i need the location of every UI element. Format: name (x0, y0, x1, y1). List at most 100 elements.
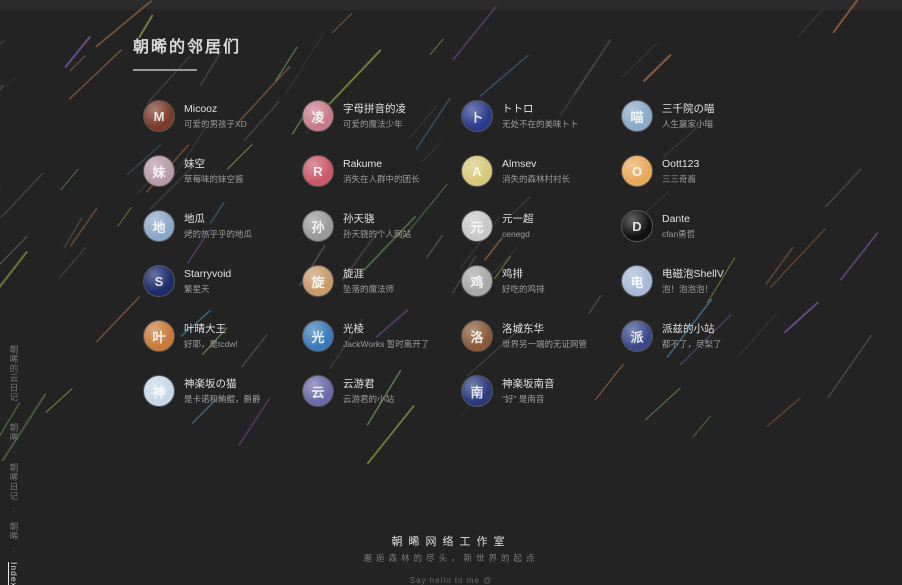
friend-name: 字母拼音的凌 (343, 103, 406, 115)
friend-avatar: 妹 (143, 155, 175, 187)
friend-name: 光棱 (343, 323, 364, 335)
friend-description: cenegd (502, 228, 530, 239)
star-trail (58, 246, 87, 279)
star-trail (284, 31, 325, 95)
star-trail (331, 12, 353, 34)
friend-description: 好吃的鸡排 (502, 283, 545, 294)
footer-subtitle: 邂逅森林的尽头，新世界的起点 (363, 553, 539, 563)
star-trail (366, 405, 415, 465)
friend-name: 叶晴大王 (184, 323, 226, 335)
star-trail (588, 295, 602, 315)
friend-link[interactable]: 电电磁泡ShellV 泡！泡泡泡！ (621, 264, 771, 298)
friend-name: 地瓜 (184, 213, 205, 225)
friend-link[interactable]: 喵三千院の喵 人生赢家小喵 (621, 99, 771, 133)
friend-description: cfan勇哲 (662, 228, 696, 239)
friend-link[interactable]: 神神楽坂の猫 是卡诺和鲔鲲，爵爵 (143, 374, 293, 408)
star-trail (60, 168, 79, 191)
footer-hello-link[interactable]: Say hello to me @ (0, 576, 902, 585)
friend-link[interactable]: トトトロ 无处不在的美味トト (461, 99, 611, 133)
friend-link[interactable]: 鸡鸡排 好吃的鸡排 (461, 264, 611, 298)
friend-info: 云游君 云游君的小站 (343, 379, 394, 403)
side-nav-item-diary[interactable]: 朝晞的云日记 (8, 345, 20, 402)
friend-link[interactable]: O Oott123 三三奇酱 (621, 154, 771, 188)
friend-avatar: 云 (302, 375, 334, 407)
friend-avatar: D (621, 210, 653, 242)
star-trail (0, 172, 44, 219)
friend-info: 字母拼音的凌 可爱的魔法少年 (343, 104, 406, 128)
page-title: 朝晞的邻居们 (133, 39, 242, 56)
friend-info: 地瓜 烤的热乎乎的地瓜 (184, 214, 252, 238)
friend-name: 电磁泡ShellV (662, 268, 724, 280)
friend-info: 神楽坂南音 "好" 是南音 (502, 379, 555, 403)
friend-info: 鸡排 好吃的鸡排 (502, 269, 545, 293)
friend-info: 电磁泡ShellV 泡！泡泡泡！ (662, 269, 724, 293)
friend-link[interactable]: S Starryvoid 繁星天 (143, 264, 293, 298)
friend-info: 妹空 草莓味的妹空酱 (184, 159, 244, 183)
friend-description: 都不了，尽梨了 (662, 338, 722, 349)
friend-name: Micooz (184, 103, 218, 115)
friend-link[interactable]: 孙孙天骁 孙天骁的个人网站 (302, 209, 452, 243)
friend-link[interactable]: 洛洛城东华 世界另一端的无证网管 (461, 319, 611, 353)
friend-info: 洛城东华 世界另一端的无证网管 (502, 324, 587, 348)
friend-link[interactable]: 元元一超 cenegd (461, 209, 611, 243)
friend-name: Starryvoid (184, 268, 232, 280)
friend-link[interactable]: 妹妹空 草莓味的妹空酱 (143, 154, 293, 188)
friend-info: 旋涯 坠落的魔法师 (343, 269, 394, 293)
friend-link[interactable]: 云云游君云游君的小站 (302, 374, 452, 408)
friend-link[interactable]: 旋旋涯 坠落的魔法师 (302, 264, 452, 298)
star-trail (784, 301, 819, 334)
star-trail (644, 387, 681, 421)
friend-link[interactable]: 地地瓜 烤的热乎乎的地瓜 (143, 209, 293, 243)
friend-description: 坠落的魔法师 (343, 283, 395, 294)
friend-name: 神楽坂の猫 (184, 378, 237, 390)
star-trail (622, 42, 658, 78)
friend-avatar: R (302, 155, 334, 187)
side-nav-item-zhaoxi[interactable]: 朝晞 (8, 423, 20, 442)
star-trail (274, 46, 298, 82)
friend-avatar: 电 (621, 265, 653, 297)
friend-avatar: O (621, 155, 653, 187)
star-trail (797, 7, 825, 38)
star-trail (328, 49, 382, 106)
side-nav-separator: · (12, 408, 16, 417)
side-nav-item-zhaoxi-diary[interactable]: 朝晞日记 (8, 463, 20, 501)
friend-link[interactable]: M Micooz 可爱的男孩子XD (143, 99, 293, 133)
friend-info: 光棱 JackWorks 暂时离开了 (343, 324, 429, 348)
friend-name: Almsev (502, 158, 537, 170)
side-nav-separator: · (12, 448, 16, 457)
friend-link[interactable]: D Dante cfan勇哲 (621, 209, 771, 243)
friend-name: 鸡排 (502, 268, 523, 280)
star-trail (770, 228, 826, 288)
friend-link[interactable]: 光光棱 JackWorks 暂时离开了 (302, 319, 452, 353)
friend-link[interactable]: 叶叶晴大王 好耶，是tcdw! (143, 319, 293, 353)
friend-avatar: 元 (461, 210, 493, 242)
friend-info: 三千院の喵 人生赢家小喵 (662, 104, 715, 128)
friend-name: 云游君 (343, 378, 375, 390)
side-nav-separator: · (12, 507, 16, 516)
friend-name: トトロ (502, 103, 534, 115)
star-trail (574, 39, 612, 95)
friend-link[interactable]: 凌字母拼音的凌 可爱的魔法少年 (302, 99, 452, 133)
friend-info: Rakume 消失在人群中的团长 (343, 159, 420, 183)
side-nav: 朝晞的云日记 · 朝晞 · 朝晞日记 · 朝晞 · Index (6, 345, 22, 585)
friend-avatar: 洛 (461, 320, 493, 352)
star-trail (0, 84, 4, 92)
friend-link[interactable]: R Rakume 消失在人群中的团长 (302, 154, 452, 188)
star-trail (452, 6, 497, 61)
friend-avatar: 南 (461, 375, 493, 407)
friend-info: Dante cfan勇哲 (662, 214, 695, 238)
friend-description: 云游君的小站 (343, 393, 395, 404)
friend-name: Oott123 (662, 158, 700, 170)
friend-name: 元一超 (502, 213, 534, 225)
star-trail (429, 38, 444, 55)
friend-description: 好耶，是tcdw! (184, 338, 238, 349)
star-trail (68, 49, 122, 100)
friend-name: Rakume (343, 158, 383, 170)
friend-link[interactable]: A Almsev 消失的森林村村长 (461, 154, 611, 188)
friend-link[interactable]: 派派兹的小站 都不了，尽梨了 (621, 319, 771, 353)
friend-description: 消失在人群中的团长 (343, 173, 420, 184)
friend-description: 可爱的男孩子XD (184, 118, 247, 129)
friend-link[interactable]: 南神楽坂南音 "好" 是南音 (461, 374, 611, 408)
star-trail (0, 39, 6, 46)
friend-description: 三三奇酱 (662, 173, 697, 184)
